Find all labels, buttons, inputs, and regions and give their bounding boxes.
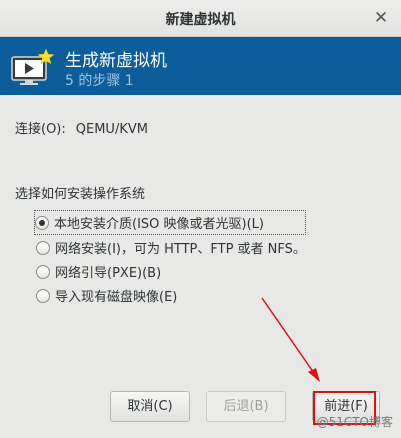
radio-label: 导入现有磁盘映像(E) [55,290,178,305]
wizard-step: 5 的步骤 1 [65,73,134,89]
radio-indicator-icon[interactable] [36,240,50,255]
watermark: @51CTO博客 [316,415,393,429]
radio-label: 网络引导(PXE)(B) [55,266,162,281]
radio-local-media[interactable]: 本地安装介质(ISO 映像或者光驱)(L) [34,210,306,235]
radio-network-boot[interactable]: 网络引导(PXE)(B) [35,260,306,283]
cancel-button[interactable]: 取消(C) [110,391,190,422]
radio-label: 网络安装(I)，可为 HTTP、FTP 或者 NFS。 [55,242,306,257]
radio-indicator-icon[interactable] [36,288,50,303]
install-method-label: 选择如何安装操作系统 [15,187,146,202]
wizard-title: 生成新虚拟机 [65,51,167,71]
wizard-header: 生成新虚拟机 5 的步骤 1 [0,37,401,95]
title-bar: 新建虚拟机 ✕ [0,0,401,37]
connection-label: 连接(O): [15,122,66,137]
back-button[interactable]: 后退(B) [206,391,286,422]
radio-import-disk[interactable]: 导入现有磁盘映像(E) [35,284,306,307]
window-title: 新建虚拟机 [165,12,236,28]
close-icon[interactable]: ✕ [371,8,391,28]
radio-network-install[interactable]: 网络安装(I)，可为 HTTP、FTP 或者 NFS。 [35,236,306,259]
radio-indicator-icon[interactable] [35,215,49,230]
radio-indicator-icon[interactable] [36,264,50,279]
connection-row: 连接(O): QEMU/KVM [15,118,148,137]
install-method-group: 本地安装介质(ISO 映像或者光驱)(L) 网络安装(I)，可为 HTTP、FT… [34,210,306,308]
monitor-star-icon [11,48,55,85]
connection-value: QEMU/KVM [75,122,148,137]
radio-label: 本地安装介质(ISO 映像或者光驱)(L) [54,217,264,232]
